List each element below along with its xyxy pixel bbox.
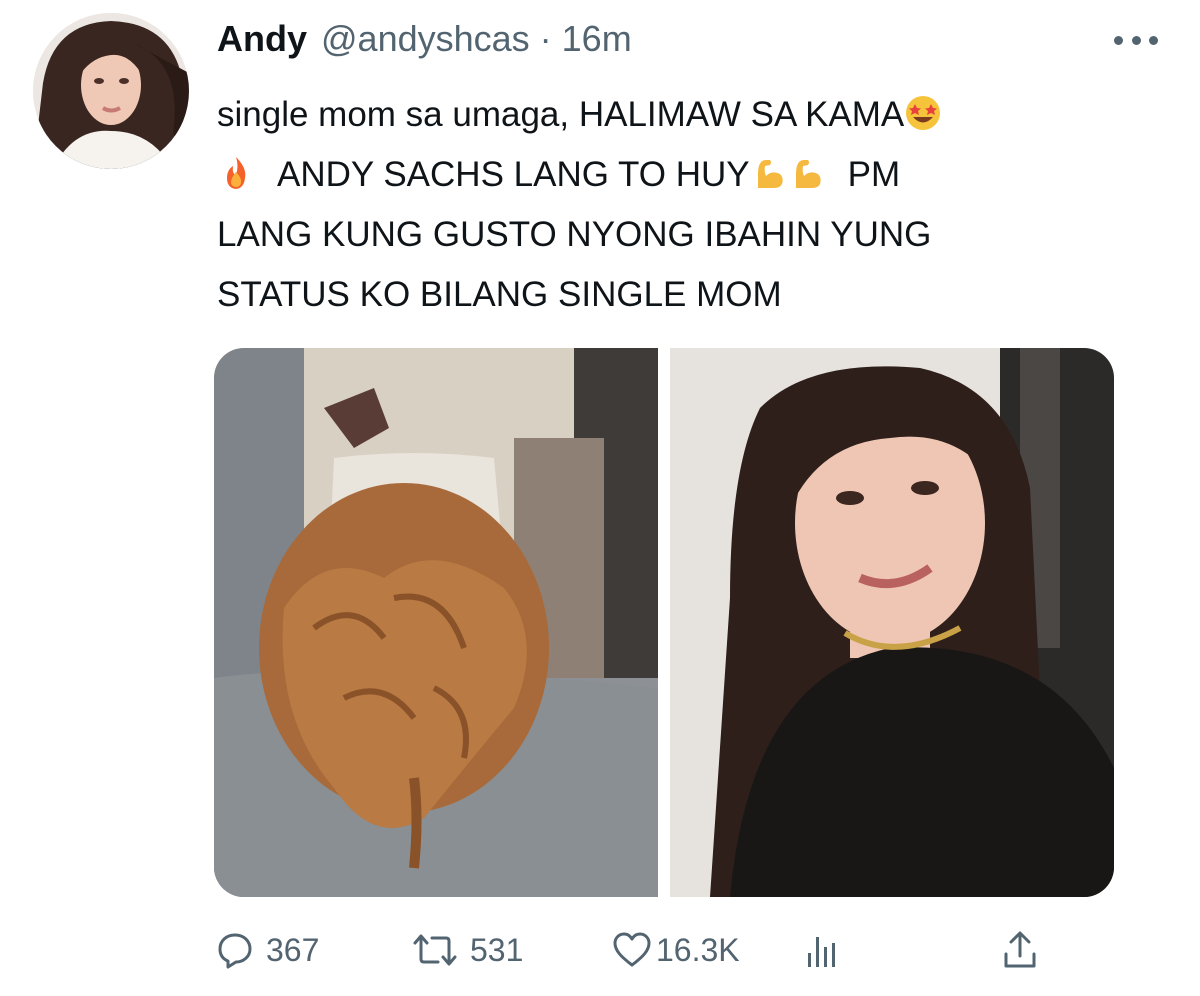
- more-dot: [1131, 35, 1141, 45]
- author-handle[interactable]: @andyshcas: [321, 18, 530, 60]
- share-button[interactable]: [1002, 920, 1038, 980]
- tweet-text: single mom sa umaga, HALIMAW SA KAMA AND…: [217, 85, 1157, 325]
- analytics-icon: [808, 937, 835, 967]
- tweet-line-text: single mom sa umaga, HALIMAW SA KAMA: [217, 95, 905, 134]
- fire-emoji-icon: [227, 157, 246, 189]
- share-icon: [1004, 931, 1036, 968]
- more-options-icon[interactable]: [1114, 30, 1158, 50]
- media-image-2[interactable]: [670, 348, 1114, 897]
- star-struck-emoji-icon: [906, 96, 941, 130]
- like-count: 16.3K: [656, 931, 740, 968]
- tweet-line-4: STATUS KO BILANG SINGLE MOM: [217, 275, 782, 314]
- tweet-line-text: PM: [847, 155, 901, 194]
- tweet-line-3: LANG KUNG GUSTO NYONG IBAHIN YUNG: [217, 215, 932, 254]
- photo-woman-selfie: [670, 348, 1114, 897]
- tweet-line-2: ANDY SACHS LANG TO HUY PM: [217, 145, 1157, 205]
- more-dot: [1114, 35, 1123, 45]
- more-dot: [1149, 35, 1158, 45]
- reply-count: 367: [266, 931, 320, 968]
- tweet-line-text: ANDY SACHS LANG TO HUY: [277, 155, 750, 194]
- header-separator: ·: [539, 18, 552, 59]
- tweet-action-bar: 367 531 16.3K: [214, 920, 1064, 980]
- tweet-header: Andy @andyshcas · 16m: [217, 18, 632, 66]
- tweet-line-1: single mom sa umaga, HALIMAW SA KAMA: [217, 85, 1157, 145]
- like-icon: [613, 932, 651, 967]
- author-name[interactable]: Andy: [217, 18, 307, 60]
- flexed-biceps-emoji-icon: [795, 160, 821, 188]
- analytics-button[interactable]: [806, 920, 840, 980]
- avatar-image: [33, 13, 189, 169]
- media-image-1[interactable]: [214, 348, 658, 897]
- retweet-button[interactable]: 531: [412, 920, 523, 980]
- tweet-media: [214, 348, 1114, 897]
- avatar[interactable]: [33, 13, 189, 169]
- like-button[interactable]: 16.3K: [612, 920, 740, 980]
- flexed-biceps-emoji-icon: [757, 160, 783, 188]
- retweet-icon: [413, 934, 457, 966]
- retweet-count: 531: [470, 931, 524, 968]
- reply-button[interactable]: 367: [216, 920, 319, 980]
- reply-icon: [218, 933, 252, 969]
- tweet-timestamp[interactable]: 16m: [562, 18, 632, 60]
- photo-curly-hair-child: [214, 348, 658, 897]
